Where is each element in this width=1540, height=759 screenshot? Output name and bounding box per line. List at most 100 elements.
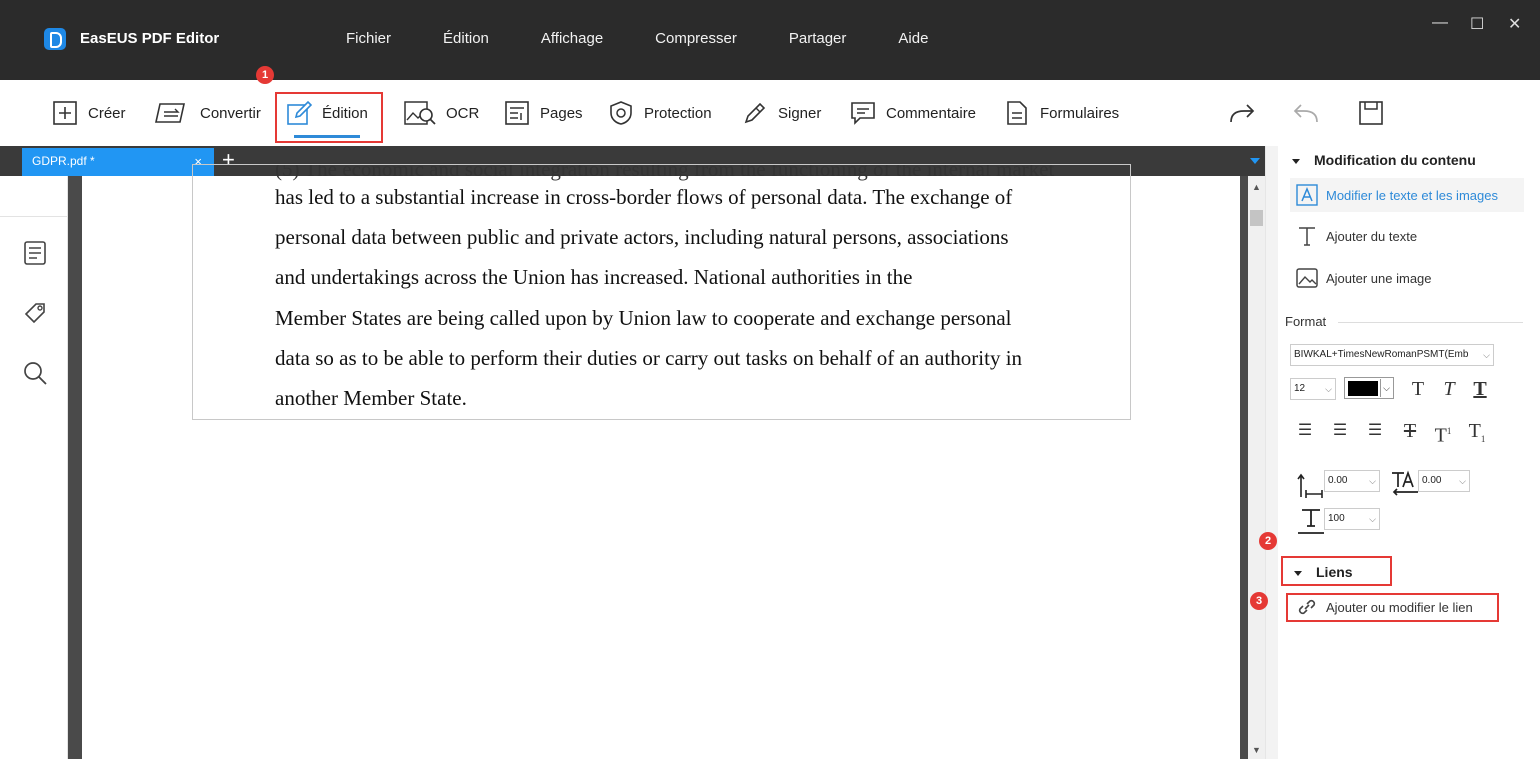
tab-label: GDPR.pdf * (32, 154, 95, 168)
pen-sign-icon (744, 102, 766, 124)
bold-underline-button[interactable]: T (1467, 376, 1493, 402)
content-section-header[interactable]: Modification du contenu (1292, 152, 1476, 168)
text-line: Member States are being called upon by U… (275, 305, 1012, 330)
collapse-triangle-icon (1292, 158, 1300, 164)
scroll-up-icon[interactable]: ▲ (1252, 182, 1261, 192)
line-spacing-select[interactable]: 0.00 ⌵ (1324, 470, 1380, 492)
save-button[interactable] (1358, 98, 1384, 128)
color-swatch (1348, 381, 1378, 396)
chevron-down-icon: ⌵ (1369, 476, 1376, 486)
editable-text-box[interactable]: (5) The economic and social integration … (192, 164, 1131, 420)
content-section-title: Modification du contenu (1314, 152, 1476, 168)
pdf-page: (5) The economic and social integration … (82, 164, 1240, 759)
text-scale-value: 100 (1328, 513, 1345, 524)
chevron-down-icon: ⌵ (1380, 379, 1392, 397)
scroll-thumb[interactable] (1250, 210, 1263, 226)
text-style-normal-button[interactable]: T (1405, 376, 1431, 402)
chevron-down-icon: ⌵ (1325, 384, 1332, 394)
font-size-select[interactable]: 12 ⌵ (1290, 378, 1336, 400)
format-label: Format (1285, 314, 1327, 329)
line-spacing-value: 0.00 (1328, 475, 1348, 486)
font-family-select[interactable]: BIWKAL+TimesNewRomanPSMT(Emb ⌵ (1290, 344, 1494, 366)
callout-link-button-highlight (1286, 593, 1499, 622)
document-viewport: (5) The economic and social integration … (68, 164, 1248, 759)
pages-icon (505, 101, 529, 125)
vertical-scrollbar[interactable]: ▲ ▼ (1248, 176, 1265, 759)
line-spacing-icon (1297, 473, 1323, 498)
add-image-button[interactable]: Ajouter une image (1296, 267, 1432, 289)
paragraph[interactable]: (5) The economic and social integration … (275, 165, 1125, 418)
menu-edition[interactable]: Édition (417, 30, 515, 47)
character-spacing-value: 0.00 (1422, 475, 1442, 486)
text-line: another Member State. (275, 386, 467, 411)
text-t-icon (1299, 227, 1315, 246)
text-line: personal data between public and private… (275, 225, 1009, 250)
convert-label: Convertir (200, 104, 261, 122)
redo-icon (1230, 104, 1255, 123)
protection-button[interactable]: Protection (608, 98, 712, 128)
forms-button[interactable]: Formulaires (1004, 98, 1119, 128)
maximize-icon[interactable]: ☐ (1470, 14, 1484, 34)
chevron-down-icon: ⌵ (1369, 514, 1376, 524)
align-center-icon[interactable]: ☰ (1327, 418, 1353, 444)
title-bar: EasEUS PDF Editor Fichier Édition Affich… (0, 0, 1540, 80)
minimize-icon[interactable]: — (1432, 14, 1448, 32)
add-text-button[interactable]: Ajouter du texte (1296, 225, 1417, 247)
comment-button[interactable]: Commentaire (850, 98, 976, 128)
callout-badge-3: 3 (1250, 592, 1268, 610)
convert-icon (155, 103, 185, 123)
subscript-icon[interactable]: T1 (1464, 418, 1490, 444)
create-label: Créer (88, 104, 126, 122)
text-scale-icon (1298, 509, 1324, 534)
format-divider (1338, 322, 1523, 323)
sign-label: Signer (778, 104, 822, 122)
app-title: EasEUS PDF Editor (80, 30, 220, 47)
protection-label: Protection (644, 104, 712, 122)
menu-fichier[interactable]: Fichier (320, 30, 417, 47)
undo-button[interactable] (1292, 98, 1320, 128)
shield-icon (610, 101, 632, 125)
create-button[interactable]: Créer (52, 98, 126, 128)
plus-box-icon (53, 101, 77, 125)
clipped-text-line: (5) The economic and social integration … (275, 164, 1055, 181)
strikethrough-icon[interactable]: T (1397, 418, 1423, 444)
comment-icon (851, 102, 875, 125)
redo-button[interactable] (1228, 98, 1256, 128)
pages-button[interactable]: Pages (504, 98, 583, 128)
edit-text-images-label: Modifier le texte et les images (1326, 187, 1498, 203)
scroll-down-icon[interactable]: ▼ (1252, 745, 1261, 755)
text-color-picker[interactable]: ⌵ (1344, 377, 1394, 399)
sign-button[interactable]: Signer (742, 98, 821, 128)
font-size-value: 12 (1294, 383, 1306, 394)
superscript-icon[interactable]: T1 (1430, 418, 1456, 447)
menu-partager[interactable]: Partager (763, 30, 873, 47)
callout-edit-highlight (275, 92, 383, 143)
menu-affichage[interactable]: Affichage (515, 30, 629, 47)
align-left-icon[interactable]: ☰ (1292, 418, 1318, 444)
align-right-icon[interactable]: ☰ (1362, 418, 1388, 444)
menu-aide[interactable]: Aide (872, 30, 954, 47)
character-spacing-icon (1392, 470, 1418, 496)
edit-text-images-button[interactable]: Modifier le texte et les images (1290, 178, 1524, 212)
left-sidebar (0, 176, 68, 759)
convert-button[interactable]: Convertir (154, 98, 261, 128)
tab-gdpr[interactable]: GDPR.pdf * × (22, 148, 214, 176)
edit-properties-panel: Modification du contenu Modifier le text… (1265, 146, 1540, 759)
ocr-icon (404, 101, 436, 125)
text-scale-select[interactable]: 100 ⌵ (1324, 508, 1380, 530)
italic-button[interactable]: T (1436, 376, 1462, 402)
bookmark-tag-icon[interactable] (22, 300, 48, 326)
tab-dropdown-icon[interactable] (1250, 158, 1260, 164)
main-toolbar: Créer Convertir Édition OCR Pages Protec… (0, 80, 1540, 146)
comment-label: Commentaire (886, 104, 977, 122)
search-icon[interactable] (22, 360, 48, 386)
forms-label: Formulaires (1040, 104, 1120, 122)
close-window-icon[interactable]: ✕ (1508, 14, 1521, 34)
text-box-a-icon (1296, 184, 1318, 206)
character-spacing-select[interactable]: 0.00 ⌵ (1418, 470, 1470, 492)
thumbnails-icon[interactable] (22, 240, 48, 266)
undo-icon (1293, 104, 1318, 123)
chevron-down-icon: ⌵ (1459, 476, 1466, 486)
menu-compresser[interactable]: Compresser (629, 30, 763, 47)
ocr-button[interactable]: OCR (404, 98, 479, 128)
